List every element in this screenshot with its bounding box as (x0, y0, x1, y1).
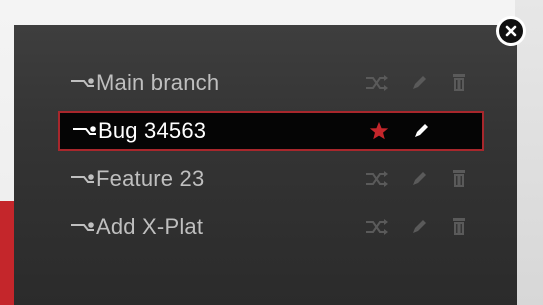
close-button[interactable] (496, 16, 526, 46)
pencil-icon[interactable] (406, 72, 432, 94)
branch-row-xplat[interactable]: Add X-Plat (58, 207, 484, 247)
pencil-icon[interactable] (406, 216, 432, 238)
branch-label: Feature 23 (96, 166, 205, 191)
branch-panel: Main branch Bug 34563 Feature 23 Add X-P… (14, 25, 517, 305)
branch-row-bug[interactable]: Bug 34563 (58, 111, 484, 151)
branch-label: Add X-Plat (96, 214, 204, 239)
branch-row-main[interactable]: Main branch (58, 63, 484, 103)
merge-icon[interactable] (364, 216, 390, 238)
branch-icon (72, 122, 98, 140)
close-icon (499, 19, 523, 43)
row-actions (364, 63, 472, 103)
row-actions (364, 207, 472, 247)
merge-icon[interactable] (364, 72, 390, 94)
branch-icon (70, 74, 96, 92)
branch-icon (70, 170, 96, 188)
merge-icon[interactable] (364, 168, 390, 190)
trash-icon[interactable] (446, 216, 472, 238)
pencil-icon[interactable] (408, 120, 434, 142)
row-actions (366, 113, 448, 149)
row-actions (364, 159, 472, 199)
star-icon[interactable] (366, 120, 392, 142)
trash-icon[interactable] (446, 72, 472, 94)
trash-icon[interactable] (446, 168, 472, 190)
background-stripe (515, 0, 543, 305)
branch-label: Main branch (96, 70, 220, 95)
branch-icon (70, 218, 96, 236)
branch-label: Bug 34563 (98, 118, 207, 143)
branch-row-feature[interactable]: Feature 23 (58, 159, 484, 199)
pencil-icon[interactable] (406, 168, 432, 190)
